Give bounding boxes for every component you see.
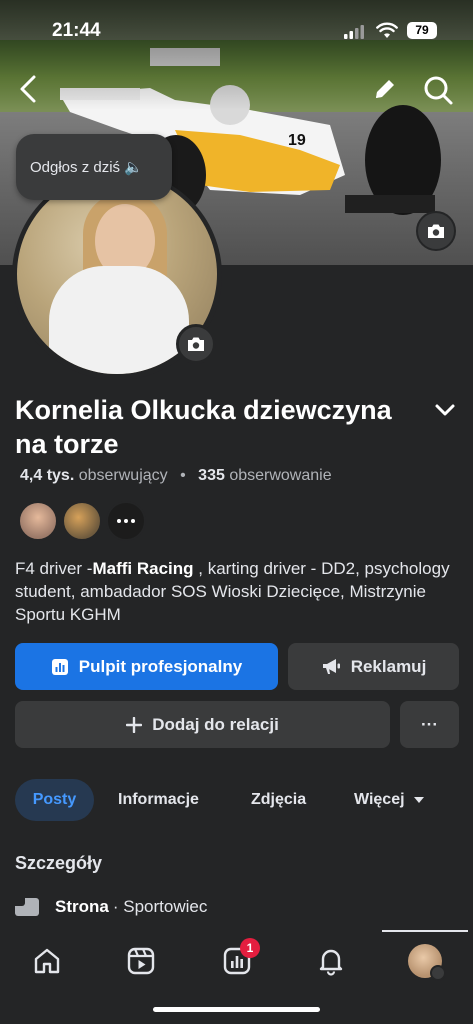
nav-notifications[interactable] [314, 944, 348, 978]
search-button[interactable] [422, 74, 454, 106]
nav-profile[interactable] [408, 944, 446, 981]
search-icon [424, 76, 453, 105]
tab-posts[interactable]: Posty [15, 779, 94, 821]
followers-count[interactable]: 4,4 tys. [20, 467, 74, 484]
ellipsis-icon [117, 519, 135, 523]
advertise-label: Reklamuj [350, 656, 427, 676]
friend-avatar[interactable] [18, 501, 58, 541]
megaphone-icon [321, 658, 341, 676]
nav-home[interactable] [30, 944, 64, 978]
notification-badge: 1 [240, 938, 260, 958]
bio-link[interactable]: Maffi Racing [92, 559, 193, 578]
svg-text:19: 19 [288, 132, 306, 149]
profile-bio: F4 driver -Maffi Racing , karting driver… [15, 557, 460, 626]
flag-icon [15, 898, 39, 916]
more-friends-avatar[interactable] [106, 501, 146, 541]
plus-icon [126, 716, 143, 733]
camera-icon [428, 224, 444, 238]
bell-icon [319, 949, 343, 976]
follow-stats: 4,4 tys. obserwujący • 335 obserwowanie [20, 467, 332, 485]
change-avatar-button[interactable] [176, 324, 216, 364]
add-to-story-button[interactable]: Dodaj do relacji [15, 701, 390, 748]
detail-page-label: Strona [55, 897, 109, 916]
battery-indicator: 79 [407, 22, 437, 39]
camera-icon [188, 337, 204, 351]
change-cover-button[interactable] [416, 211, 456, 251]
chevron-left-icon [20, 75, 36, 103]
separator-dot: • [180, 467, 186, 484]
status-note-text: Odgłos z dziś 🔈 [30, 159, 143, 176]
status-time: 21:44 [52, 20, 101, 41]
profile-switch-button[interactable] [432, 397, 458, 423]
followers-label[interactable]: obserwujący [79, 467, 168, 484]
add-to-story-label: Dodaj do relacji [152, 714, 279, 734]
detail-page-category-text: · Sportowiec [112, 897, 208, 916]
detail-page-category: Strona · Sportowiec [15, 897, 207, 917]
following-count[interactable]: 335 [198, 467, 225, 484]
active-tab-indicator [382, 930, 468, 932]
tab-more-label: Więcej [354, 791, 405, 808]
avatar-shirt [49, 266, 189, 374]
menu-icon [430, 965, 446, 981]
nav-video[interactable] [124, 944, 158, 978]
wifi-icon [376, 22, 398, 38]
professional-dashboard-button[interactable]: Pulpit profesjonalny [15, 643, 278, 690]
bio-prefix: F4 driver - [15, 559, 93, 578]
edit-button[interactable] [372, 76, 398, 102]
friend-avatar[interactable] [62, 501, 102, 541]
profile-name: Kornelia Olkucka dziewczyna na torze [15, 395, 392, 459]
status-bar: 21:44 79 [0, 0, 473, 50]
video-icon [127, 947, 155, 975]
back-button[interactable] [16, 74, 42, 104]
following-label[interactable]: obserwowanie [229, 467, 331, 484]
signal-icon [344, 25, 364, 39]
advertise-button[interactable]: Reklamuj [288, 643, 459, 690]
home-icon [34, 948, 60, 974]
tab-photos[interactable]: Zdjęcia [251, 779, 306, 821]
tab-about[interactable]: Informacje [118, 779, 199, 821]
profile-tabs: Posty Informacje Zdjęcia Więcej [15, 779, 460, 821]
dashboard-icon [51, 658, 69, 676]
caret-down-icon [413, 797, 424, 803]
profile-mini-avatar [408, 944, 446, 981]
status-note-bubble[interactable]: Odgłos z dziś 🔈 [16, 134, 172, 200]
chevron-down-icon [435, 404, 455, 416]
pencil-icon [376, 80, 394, 98]
tab-more[interactable]: Więcej [354, 779, 425, 821]
home-indicator [153, 1007, 320, 1012]
details-heading: Szczegóły [15, 853, 103, 873]
more-options-label: ··· [421, 714, 438, 734]
professional-dashboard-label: Pulpit profesjonalny [78, 656, 243, 676]
more-options-button[interactable]: ··· [400, 701, 459, 748]
